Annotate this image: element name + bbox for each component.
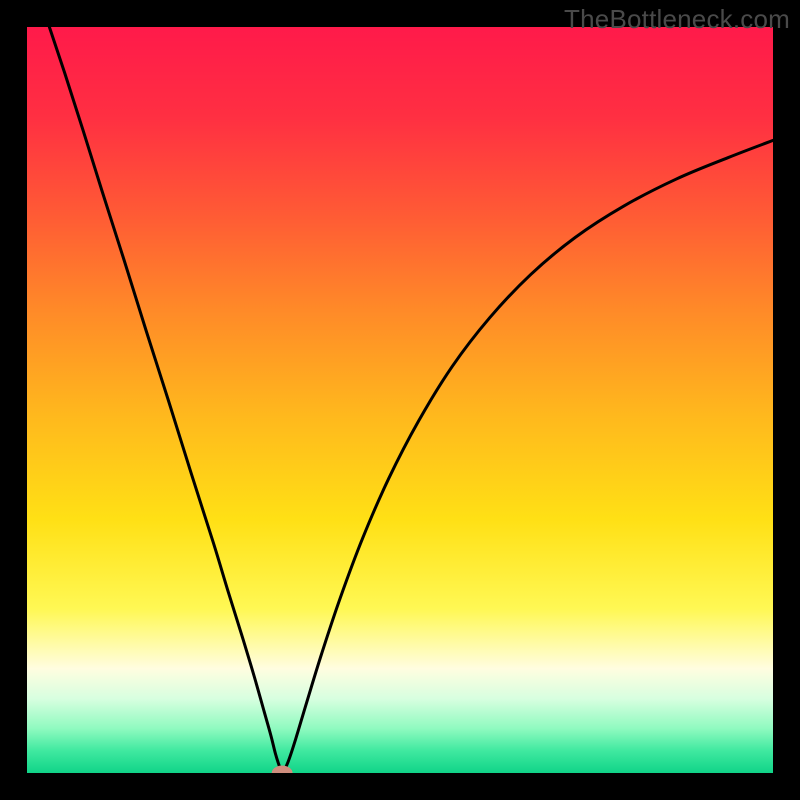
chart-svg [27, 27, 773, 773]
watermark-label: TheBottleneck.com [564, 4, 790, 35]
chart-plot-area [27, 27, 773, 773]
chart-background-gradient [27, 27, 773, 773]
chart-frame: TheBottleneck.com [0, 0, 800, 800]
